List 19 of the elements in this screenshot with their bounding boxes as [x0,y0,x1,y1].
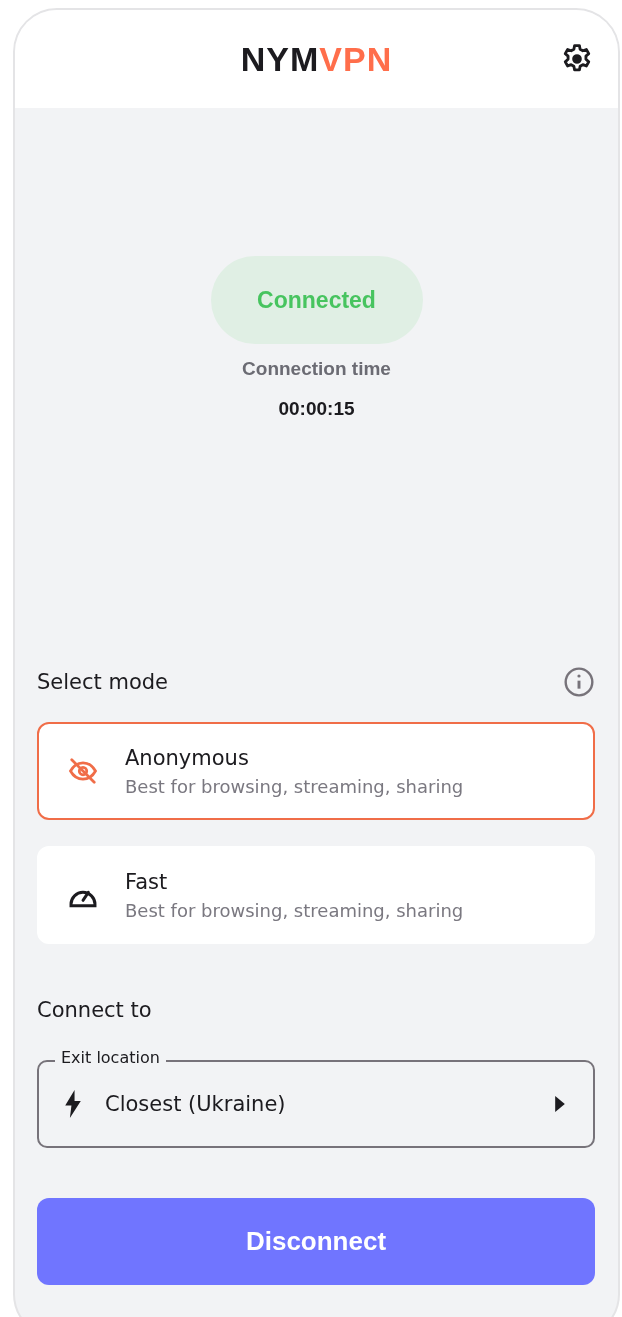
mode-description: Best for browsing, streaming, sharing [125,775,464,797]
section-title: Connect to [37,998,152,1022]
connection-time-label: Connection time [242,358,391,380]
mode-description: Best for browsing, streaming, sharing [125,899,464,921]
lightning-icon [65,1090,81,1118]
mode-title: Anonymous [125,745,250,770]
logo-text: VPN [319,39,393,79]
connection-time: 00:00:15 [278,398,355,420]
location-value: Closest (Ukraine) [105,1092,287,1116]
disconnect-button[interactable]: Disconnect [37,1198,595,1285]
mode-option[interactable]: Fast Best for browsing, streaming, sharing [37,846,595,944]
caret-right-icon [555,1096,565,1112]
status-badge: Connected [210,256,423,344]
section-title: Select mode [37,670,168,694]
logo-text: NYM [240,39,320,79]
eye-slash-icon [66,756,100,786]
mode-option[interactable]: Anonymous Best for browsing, streaming, sharing [37,722,595,820]
info-icon[interactable] [563,666,595,698]
mode-title: Fast [125,869,169,894]
